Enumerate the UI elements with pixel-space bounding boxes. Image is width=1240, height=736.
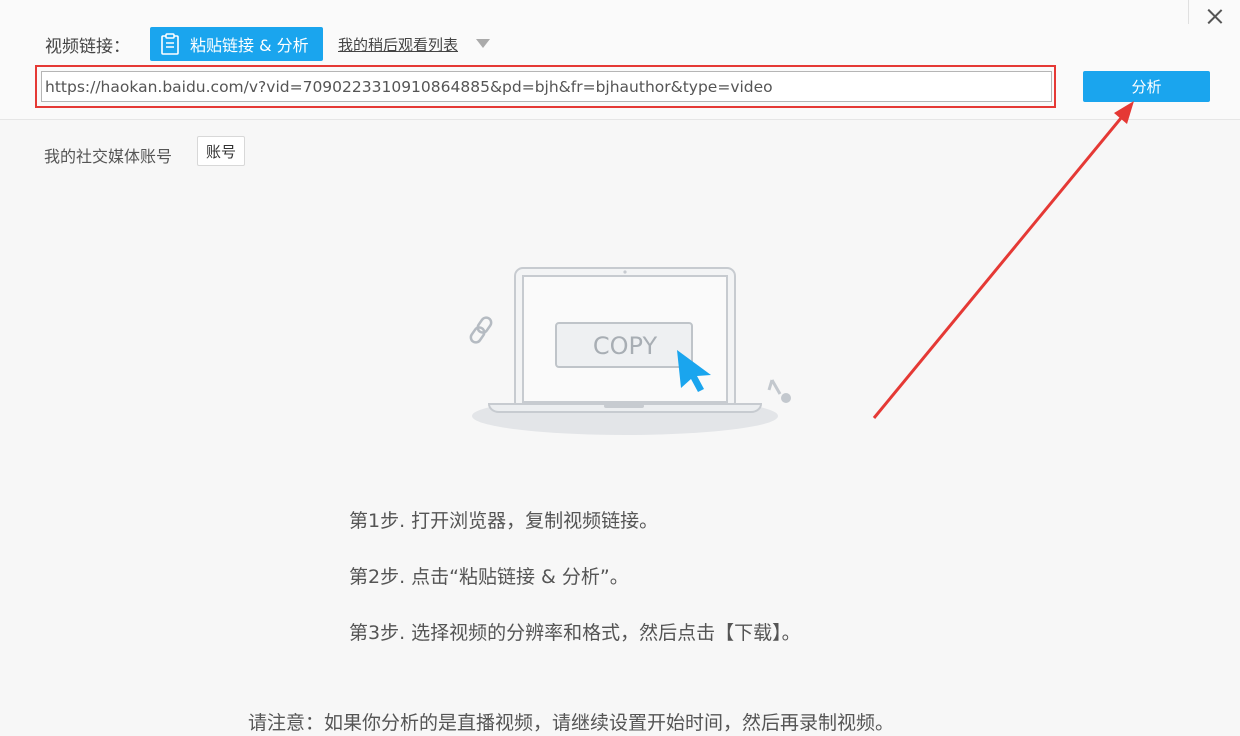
watch-later-link[interactable]: 我的稍后观看列表 bbox=[338, 34, 458, 55]
step-3: 第3步. 选择视频的分辨率和格式，然后点击【下载】。 bbox=[349, 622, 801, 644]
social-media-label: 我的社交媒体账号 bbox=[44, 147, 173, 166]
dropdown-arrow-icon[interactable] bbox=[476, 39, 490, 48]
analyze-button[interactable]: 分析 bbox=[1083, 71, 1210, 102]
paste-link-analyze-button[interactable]: 粘贴链接 & 分析 bbox=[150, 27, 323, 61]
copy-text: COPY bbox=[593, 332, 658, 360]
step-1: 第1步. 打开浏览器，复制视频链接。 bbox=[349, 510, 659, 532]
title-separator bbox=[1188, 0, 1189, 24]
video-link-label: 视频链接： bbox=[45, 37, 130, 57]
url-input[interactable] bbox=[41, 71, 1052, 102]
close-icon[interactable] bbox=[1200, 0, 1230, 32]
link-icon bbox=[469, 316, 493, 344]
paste-button-label: 粘贴链接 & 分析 bbox=[190, 36, 309, 55]
account-button[interactable]: 账号 bbox=[197, 136, 245, 166]
step-2: 第2步. 点击“粘贴链接 & 分析”。 bbox=[349, 566, 629, 588]
copy-illustration: COPY bbox=[469, 267, 791, 435]
clipboard-icon bbox=[161, 33, 179, 55]
live-video-notice: 请注意：如果你分析的是直播视频，请继续设置开始时间，然后再录制视频。 bbox=[248, 712, 895, 734]
music-note-icon bbox=[767, 379, 791, 403]
